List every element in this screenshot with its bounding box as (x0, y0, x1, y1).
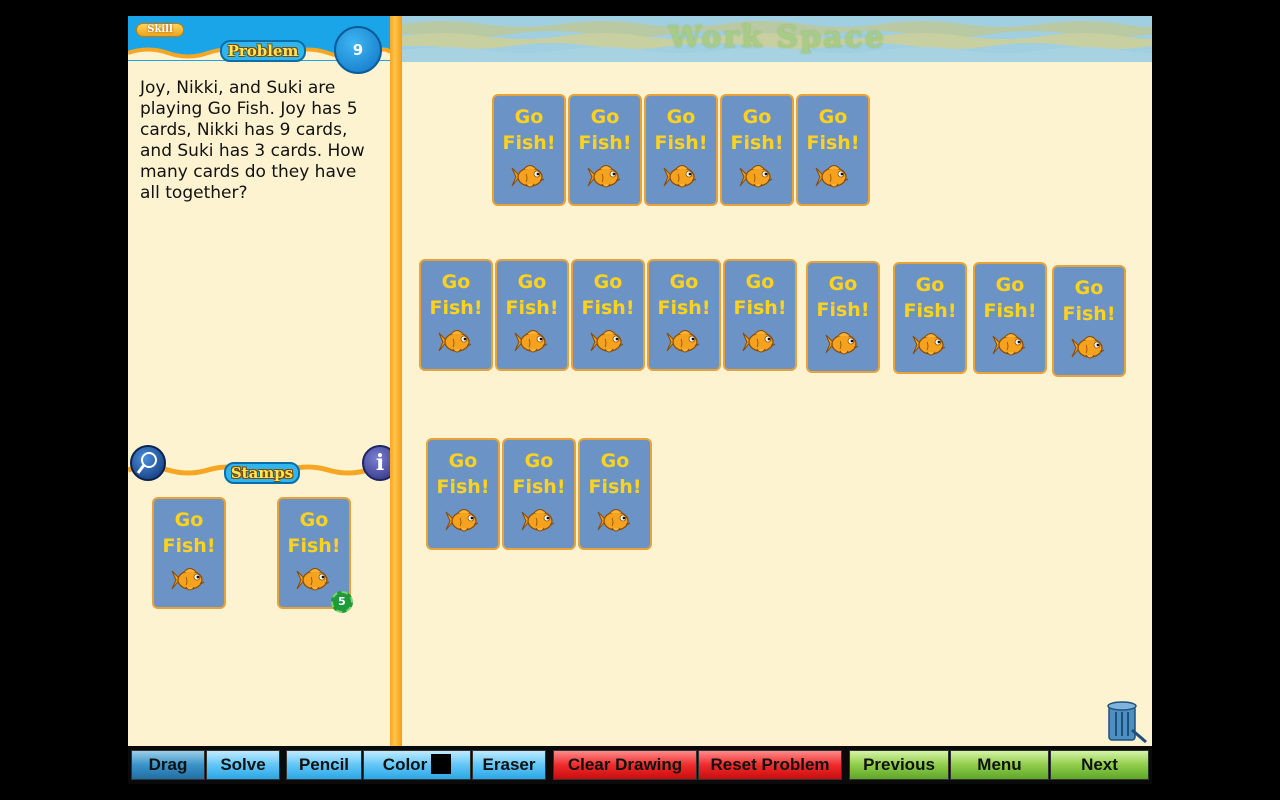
card-label: Go Fish! (588, 450, 642, 498)
problem-text: Joy, Nikki, and Suki are playing Go Fish… (140, 78, 365, 203)
goldfish-icon (911, 328, 951, 362)
card-label: Go Fish! (578, 106, 632, 154)
magnify-button[interactable] (130, 445, 166, 481)
card-label: Go Fish! (162, 509, 216, 557)
solve-button[interactable]: Solve (206, 750, 280, 780)
card-label: Go Fish! (512, 450, 566, 498)
workspace-card-go-fish[interactable]: Go Fish! (644, 94, 718, 206)
workspace-card-go-fish[interactable]: Go Fish! (492, 94, 566, 206)
workspace-card-go-fish[interactable]: Go Fish! (973, 262, 1047, 374)
goldfish-icon (665, 325, 705, 359)
panel-divider (390, 16, 402, 746)
pencil-button[interactable]: Pencil (286, 750, 362, 780)
goldfish-icon (170, 563, 210, 597)
card-label: Go Fish! (730, 106, 784, 154)
goldfish-icon (738, 160, 778, 194)
workspace-card-go-fish[interactable]: Go Fish! (419, 259, 493, 371)
goldfish-icon (513, 325, 553, 359)
card-label: Go Fish! (502, 106, 556, 154)
card-label: Go Fish! (806, 106, 860, 154)
goldfish-icon (444, 504, 484, 538)
workspace-card-go-fish[interactable]: Go Fish! (1052, 265, 1126, 377)
problem-panel: Skill Problem 9 Joy, Nikki, and Suki are… (128, 16, 398, 746)
problem-label: Problem (220, 40, 306, 62)
menu-button[interactable]: Menu (950, 750, 1049, 780)
goldfish-icon (510, 160, 550, 194)
card-label: Go Fish! (657, 271, 711, 319)
goldfish-icon (586, 160, 626, 194)
workspace-card-go-fish[interactable]: Go Fish! (568, 94, 642, 206)
card-label: Go Fish! (654, 106, 708, 154)
card-label: Go Fish! (903, 274, 957, 322)
next-button[interactable]: Next (1050, 750, 1149, 780)
card-label: Go Fish! (287, 509, 341, 557)
card-label: Go Fish! (1062, 277, 1116, 325)
workspace-card-go-fish[interactable]: Go Fish! (893, 262, 967, 374)
workspace-card-go-fish[interactable]: Go Fish! (502, 438, 576, 550)
workspace-card-go-fish[interactable]: Go Fish! (723, 259, 797, 371)
card-label: Go Fish! (733, 271, 787, 319)
goldfish-icon (295, 563, 335, 597)
color-button[interactable]: Color (363, 750, 471, 780)
card-label: Go Fish! (816, 273, 870, 321)
goldfish-icon (520, 504, 560, 538)
goldfish-icon (662, 160, 702, 194)
workspace-card-go-fish[interactable]: Go Fish! (578, 438, 652, 550)
card-label: Go Fish! (429, 271, 483, 319)
clear-drawing-button[interactable]: Clear Drawing (553, 750, 697, 780)
stamp-count-badge: 5 (331, 591, 353, 613)
card-label: Go Fish! (983, 274, 1037, 322)
goldfish-icon (741, 325, 781, 359)
workspace-card-go-fish[interactable]: Go Fish! (495, 259, 569, 371)
drag-button[interactable]: Drag (131, 750, 205, 780)
app-window: Skill Problem 9 Joy, Nikki, and Suki are… (128, 16, 1152, 784)
stamp-card-go-fish-counted[interactable]: Go Fish! 5 (277, 497, 353, 613)
card-label: Go Fish! (505, 271, 559, 319)
stamps-label: Stamps (224, 462, 300, 484)
trash-can-icon[interactable] (1104, 700, 1148, 744)
workspace-card-go-fish[interactable]: Go Fish! (647, 259, 721, 371)
color-swatch (431, 754, 452, 774)
goldfish-icon (437, 325, 477, 359)
goldfish-icon (991, 328, 1031, 362)
goldfish-icon (589, 325, 629, 359)
problem-number-badge: 9 (334, 26, 382, 74)
goldfish-icon (596, 504, 636, 538)
workspace-card-go-fish[interactable]: Go Fish! (571, 259, 645, 371)
goldfish-icon (1070, 331, 1110, 365)
previous-button[interactable]: Previous (849, 750, 949, 780)
workspace-card-go-fish[interactable]: Go Fish! (796, 94, 870, 206)
magnifier-icon (136, 452, 157, 474)
workspace-card-go-fish[interactable]: Go Fish! (426, 438, 500, 550)
color-label: Color (382, 755, 428, 774)
skill-button[interactable]: Skill (136, 23, 184, 37)
workspace-card-go-fish[interactable]: Go Fish! (720, 94, 794, 206)
workspace-card-go-fish[interactable]: Go Fish! (806, 261, 880, 373)
stamp-card-go-fish[interactable]: Go Fish! (152, 497, 226, 609)
bottom-toolbar: Drag Solve Pencil Color Eraser Clear Dra… (128, 746, 1152, 784)
reset-problem-button[interactable]: Reset Problem (698, 750, 842, 780)
eraser-button[interactable]: Eraser (472, 750, 546, 780)
workspace-title: Work Space (668, 20, 886, 55)
goldfish-icon (814, 160, 854, 194)
card-label: Go Fish! (581, 271, 635, 319)
card-label: Go Fish! (436, 450, 490, 498)
goldfish-icon (824, 327, 864, 361)
